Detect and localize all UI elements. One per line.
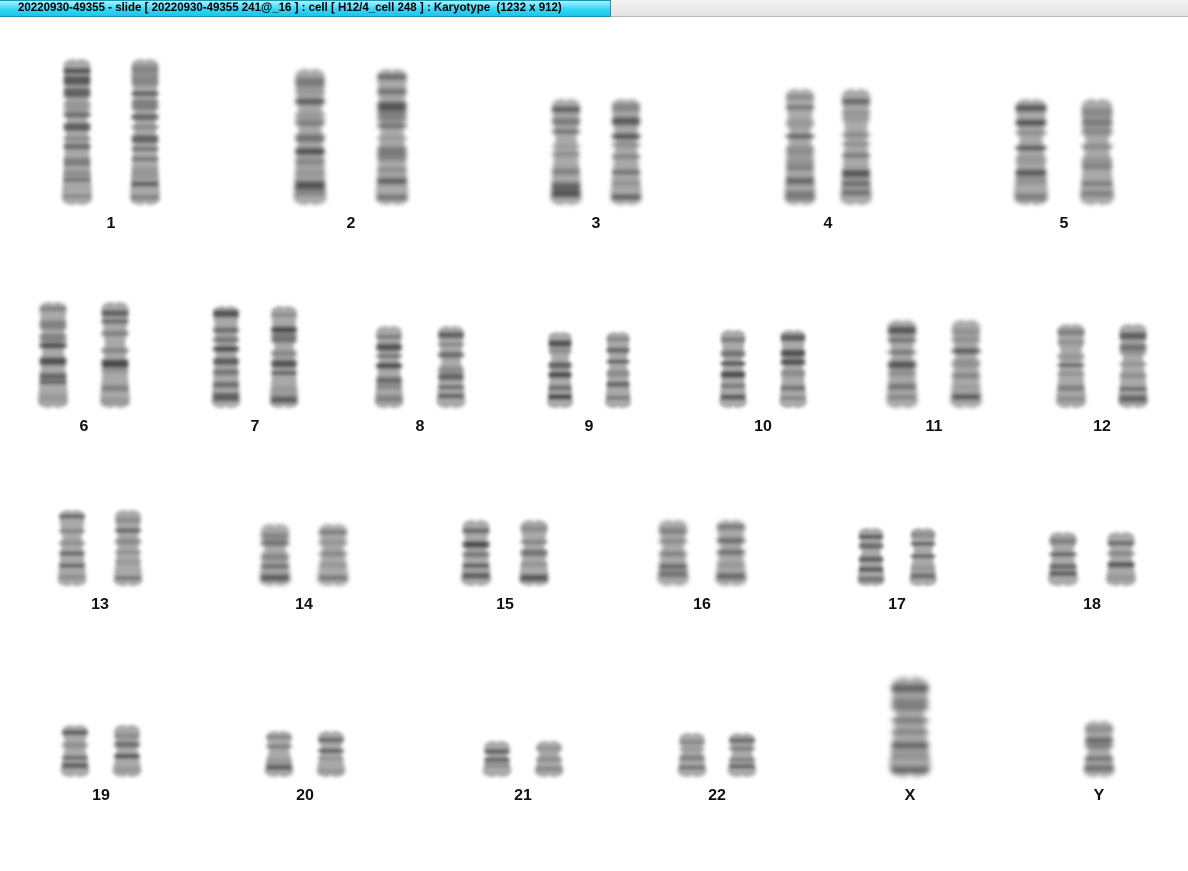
chromosome-12-1[interactable] [1050, 322, 1092, 410]
chromosome-label-21: 21 [514, 787, 532, 804]
chromosome-15-2[interactable] [513, 518, 555, 588]
chromosome-label-13: 13 [91, 596, 109, 613]
chromosome-11-2[interactable] [944, 318, 988, 410]
chromosome-16-2[interactable] [709, 518, 753, 588]
chromosome-2-1[interactable] [287, 67, 333, 207]
chromosome-1-2[interactable] [124, 57, 166, 207]
chromosome-17-2[interactable] [904, 526, 942, 588]
chromosome-label-18: 18 [1083, 596, 1101, 613]
chromosome-13-1[interactable] [52, 508, 92, 588]
karyotype-image: 1 2 3 4 5 6 7 8 9 10 11 12 13 14 15 16 17 18 19 20 21 22 X Y [0, 17, 1188, 871]
chromosome-2-2[interactable] [369, 67, 415, 207]
chromosome-label-9: 9 [584, 418, 594, 435]
chromosome-10-1[interactable] [714, 328, 752, 410]
chromosome-21-1[interactable] [477, 739, 517, 779]
chromosome-19-1[interactable] [55, 723, 95, 779]
chromosome-Y-1[interactable] [1077, 719, 1121, 779]
chromosome-17-1[interactable] [852, 526, 890, 588]
chromosome-label-15: 15 [496, 596, 514, 613]
chromosome-16-1[interactable] [651, 518, 695, 588]
chromosome-21-2[interactable] [529, 739, 569, 779]
chromosome-label-Y: Y [1093, 787, 1105, 804]
chromosome-14-1[interactable] [253, 522, 297, 588]
chromosome-label-2: 2 [346, 215, 356, 232]
chromosome-11-1[interactable] [880, 318, 924, 410]
window-title[interactable]: 20220930-49355 - slide [ 20220930-49355 … [0, 0, 611, 17]
chromosome-13-2[interactable] [108, 508, 148, 588]
chromosome-X-1[interactable] [881, 675, 939, 779]
chromosome-8-2[interactable] [431, 324, 471, 410]
chromosome-20-2[interactable] [311, 729, 351, 779]
chromosome-20-1[interactable] [259, 729, 299, 779]
chromosome-label-12: 12 [1093, 418, 1111, 435]
chromosome-label-17: 17 [888, 596, 906, 613]
chromosome-label-19: 19 [92, 787, 110, 804]
chromosome-15-1[interactable] [455, 518, 497, 588]
chromosome-label-5: 5 [1059, 215, 1069, 232]
chromosome-22-2[interactable] [722, 731, 762, 779]
chromosome-label-22: 22 [708, 787, 726, 804]
chromosome-1-1[interactable] [56, 57, 98, 207]
chromosome-12-2[interactable] [1112, 322, 1154, 410]
chromosome-9-1[interactable] [542, 330, 578, 410]
chromosome-3-1[interactable] [544, 97, 588, 207]
chromosome-label-11: 11 [925, 418, 943, 435]
chromosome-label-16: 16 [693, 596, 711, 613]
chromosome-label-10: 10 [754, 418, 772, 435]
chromosome-18-2[interactable] [1100, 530, 1142, 588]
chromosome-label-14: 14 [295, 596, 313, 613]
chromosome-label-7: 7 [250, 418, 260, 435]
chromosome-19-2[interactable] [107, 723, 147, 779]
chromosome-14-2[interactable] [311, 522, 355, 588]
chromosome-label-1: 1 [106, 215, 116, 232]
chromosome-10-2[interactable] [774, 328, 812, 410]
chromosome-label-3: 3 [591, 215, 601, 232]
chromosome-label-4: 4 [823, 215, 833, 232]
chromosome-label-20: 20 [296, 787, 314, 804]
chromosome-8-1[interactable] [369, 324, 409, 410]
chromosome-7-2[interactable] [264, 304, 304, 410]
window-title-bar: 20220930-49355 - slide [ 20220930-49355 … [0, 0, 1188, 17]
chromosome-4-1[interactable] [778, 87, 822, 207]
chromosome-3-2[interactable] [604, 97, 648, 207]
chromosome-7-1[interactable] [206, 304, 246, 410]
chromosome-9-2[interactable] [600, 330, 636, 410]
chromosome-label-6: 6 [79, 418, 89, 435]
chromosome-5-2[interactable] [1073, 97, 1121, 207]
chromosome-label-X: X [904, 787, 916, 804]
chromosome-18-1[interactable] [1042, 530, 1084, 588]
chromosome-6-1[interactable] [32, 300, 74, 410]
chromosome-4-2[interactable] [834, 87, 878, 207]
chromosome-5-1[interactable] [1007, 97, 1055, 207]
chromosome-6-2[interactable] [94, 300, 136, 410]
chromosome-22-1[interactable] [672, 731, 712, 779]
chromosome-label-8: 8 [415, 418, 425, 435]
